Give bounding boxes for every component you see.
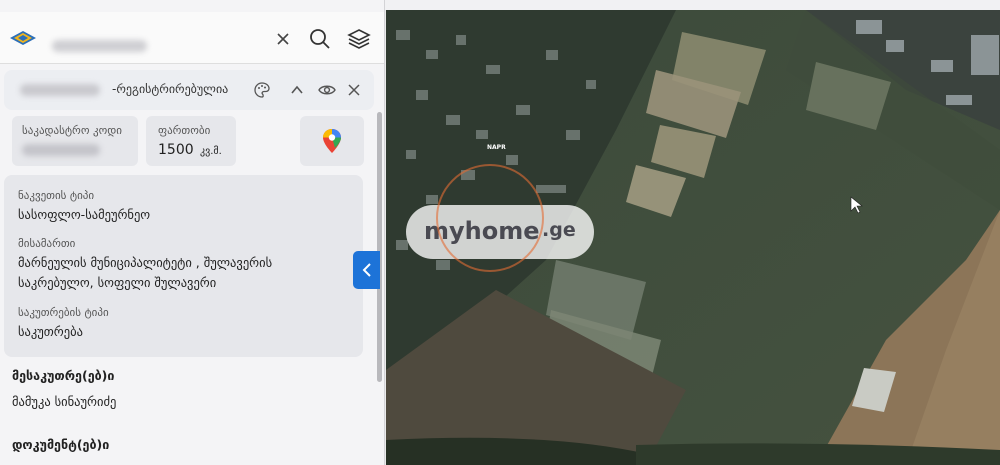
parcel-details-box: ნაკვეთის ტიპი სასოფლო-სამეურნეო მისამართ… [4, 175, 363, 357]
area-box: ფართობი 1500 კვ.მ. [146, 116, 236, 166]
napr-logo-icon [10, 28, 36, 48]
area-value: 1500 [158, 142, 194, 158]
panel-scrollbar[interactable] [377, 112, 382, 382]
parcel-type-value: სასოფლო-სამეურნეო [18, 207, 151, 222]
cadastral-code-label: საკადასტრო კოდი [22, 124, 122, 137]
parcel-info-panel: -რეგისტრირებულია საკადასტრო კოდი ფართობი… [0, 0, 385, 465]
owner-name: მამუკა სინაურიძე [12, 394, 117, 409]
blurred-parcel-name [20, 84, 100, 96]
blurred-search-text [52, 40, 147, 52]
parcel-header-card: -რეგისტრირებულია [4, 70, 374, 110]
property-type-value: საკუთრება [18, 324, 83, 339]
google-maps-pin-button[interactable] [300, 116, 364, 166]
map-pin-icon [323, 129, 341, 153]
area-label: ფართობი [158, 124, 211, 137]
watermark-suffix: .ge [542, 219, 576, 241]
cadastral-code-box: საკადასტრო კოდი [12, 116, 138, 166]
watermark-ring [436, 164, 544, 272]
search-icon[interactable] [307, 26, 333, 52]
satellite-map[interactable]: NAPR myhome .ge [386, 10, 1000, 465]
clear-icon[interactable] [270, 26, 296, 52]
chevron-left-icon [362, 263, 371, 277]
owners-heading: მესაკუთრე(ებ)ი [12, 368, 115, 383]
address-label: მისამართი [18, 237, 76, 250]
address-line-1: მარნეულის მუნიციპალიტეტი , შულავერის [18, 255, 273, 270]
layers-icon[interactable] [346, 26, 372, 52]
palette-icon[interactable] [252, 80, 272, 100]
parcel-type-label: ნაკვეთის ტიპი [18, 189, 95, 202]
close-icon[interactable] [344, 80, 364, 100]
eye-icon[interactable] [317, 80, 337, 100]
registration-status: -რეგისტრირებულია [112, 82, 229, 96]
blurred-cadastral-code [22, 144, 100, 156]
property-type-label: საკუთრების ტიპი [18, 306, 109, 319]
documents-heading[interactable]: დოკუმენტ(ებ)ი [12, 437, 109, 452]
area-unit: კვ.მ. [200, 146, 222, 157]
napr-map-label: NAPR [487, 144, 506, 151]
search-bar [0, 12, 384, 64]
collapse-panel-button[interactable] [353, 251, 380, 289]
chevron-up-icon[interactable] [287, 80, 307, 100]
address-line-2: საკრებულო, სოფელი შულავერი [18, 275, 217, 290]
